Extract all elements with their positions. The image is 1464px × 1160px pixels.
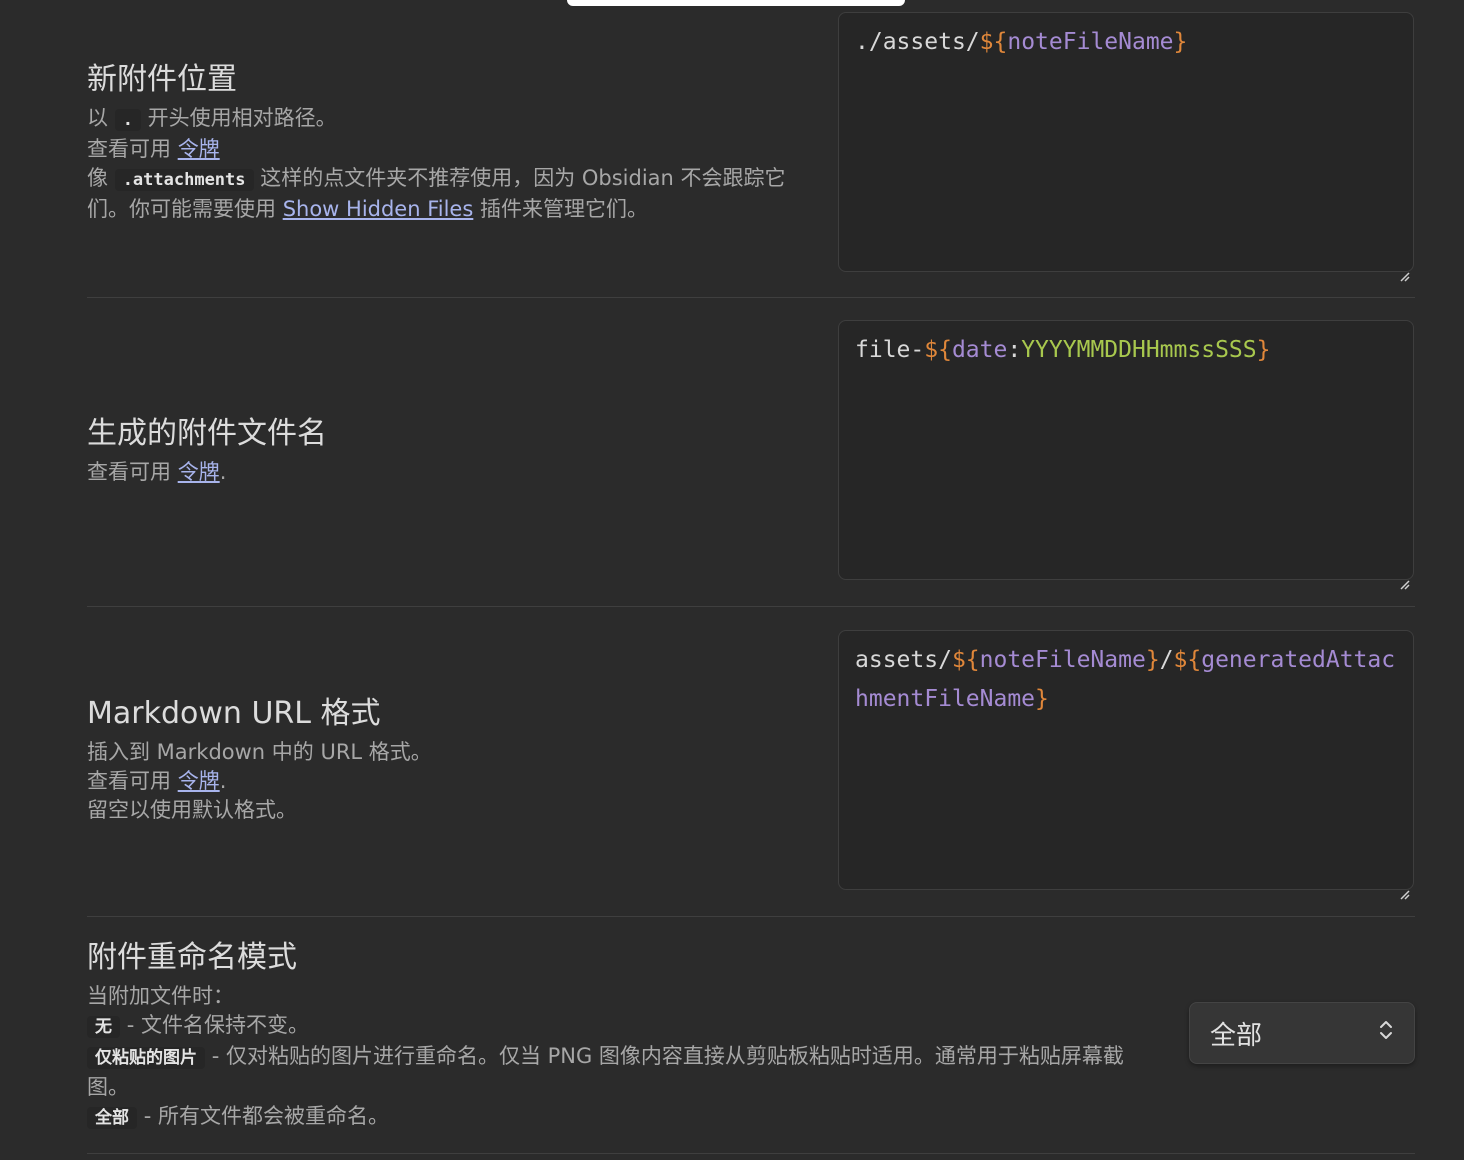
resize-grip-icon[interactable] <box>1398 256 1410 282</box>
token-delim: ${ <box>979 29 1008 55</box>
show-hidden-files-link[interactable]: Show Hidden Files <box>283 197 474 221</box>
tokens-link[interactable]: 令牌 <box>178 460 220 484</box>
input-value: ./assets/${noteFileName} <box>855 23 1397 62</box>
token-punct: assets <box>882 29 966 55</box>
token-delim: } <box>1145 647 1160 673</box>
setting-attachment-rename-mode: 附件重命名模式 当附加文件时： 无 - 文件名保持不变。 仅粘贴的图片 - 仅对… <box>87 938 1415 1154</box>
token-delim: ${ <box>951 647 980 673</box>
token-var: date <box>951 337 1008 363</box>
setting-generated-attachment-filename: 生成的附件文件名 查看可用 令牌. file-${date:YYYYMMDDHH… <box>87 320 1415 607</box>
token-punct: / <box>1159 647 1174 673</box>
token-delim: } <box>1256 337 1271 363</box>
token-punct: / <box>965 29 980 55</box>
setting-title: 附件重命名模式 <box>87 940 297 975</box>
setting-description: 当附加文件时： 无 - 文件名保持不变。 仅粘贴的图片 - 仅对粘贴的图片进行重… <box>87 984 1124 1129</box>
inline-code: 全部 <box>87 1107 137 1129</box>
token-punct: ./ <box>855 29 883 55</box>
setting-title: 新附件位置 <box>87 62 237 97</box>
attachment-filename-input[interactable]: file-${date:YYYYMMDDHHmmssSSS} <box>838 320 1414 590</box>
dropdown-value: 全部 <box>1210 1020 1263 1051</box>
token-fmt: YYYYMMDDHHmmssSSS <box>1021 337 1257 363</box>
token-colon: : <box>1007 337 1022 363</box>
inline-code: 仅粘贴的图片 <box>87 1047 205 1069</box>
inline-code: . <box>114 109 141 131</box>
inline-code: .attachments <box>114 169 254 191</box>
token-delim: } <box>1035 686 1049 712</box>
setting-title: Markdown URL 格式 <box>87 696 381 731</box>
chevron-up-down-icon <box>1378 1018 1394 1049</box>
input-value: file-${date:YYYYMMDDHHmmssSSS} <box>855 331 1397 370</box>
resize-grip-icon[interactable] <box>1398 564 1410 590</box>
tokens-link[interactable]: 令牌 <box>178 137 220 161</box>
setting-info: 生成的附件文件名 查看可用 令牌. <box>87 414 807 487</box>
setting-markdown-url-format: Markdown URL 格式 插入到 Markdown 中的 URL 格式。 … <box>87 630 1415 917</box>
token-delim: } <box>1173 29 1188 55</box>
rename-mode-dropdown[interactable]: 全部 <box>1189 1002 1415 1064</box>
tokens-link[interactable]: 令牌 <box>178 769 220 793</box>
inline-code: 无 <box>87 1016 120 1038</box>
input-value: assets/${noteFileName}/${generatedAttach… <box>855 641 1397 719</box>
setting-info: Markdown URL 格式 插入到 Markdown 中的 URL 格式。 … <box>87 694 807 825</box>
setting-description: 以 . 开头使用相对路径。 查看可用 令牌 像 .attachments 这样的… <box>87 106 786 221</box>
token-var: noteFileName <box>1007 29 1174 55</box>
token-punct: file- <box>855 337 925 363</box>
token-delim: ${ <box>924 337 952 363</box>
setting-description: 插入到 Markdown 中的 URL 格式。 查看可用 令牌. 留空以使用默认… <box>87 740 432 822</box>
token-punct: assets/ <box>855 647 952 673</box>
setting-info: 附件重命名模式 当附加文件时： 无 - 文件名保持不变。 仅粘贴的图片 - 仅对… <box>87 938 1147 1133</box>
markdown-url-format-input[interactable]: assets/${noteFileName}/${generatedAttach… <box>838 630 1414 900</box>
setting-new-attachment-location: 新附件位置 以 . 开头使用相对路径。 查看可用 令牌 像 .attachmen… <box>87 12 1415 298</box>
top-tab-indicator <box>567 0 905 6</box>
setting-title: 生成的附件文件名 <box>87 416 327 451</box>
attachment-location-input[interactable]: ./assets/${noteFileName} <box>838 12 1414 282</box>
setting-info: 新附件位置 以 . 开头使用相对路径。 查看可用 令牌 像 .attachmen… <box>87 60 807 224</box>
token-var: noteFileName <box>979 647 1146 673</box>
resize-grip-icon[interactable] <box>1398 874 1410 900</box>
setting-description: 查看可用 令牌. <box>87 460 227 484</box>
token-delim: ${ <box>1173 647 1202 673</box>
